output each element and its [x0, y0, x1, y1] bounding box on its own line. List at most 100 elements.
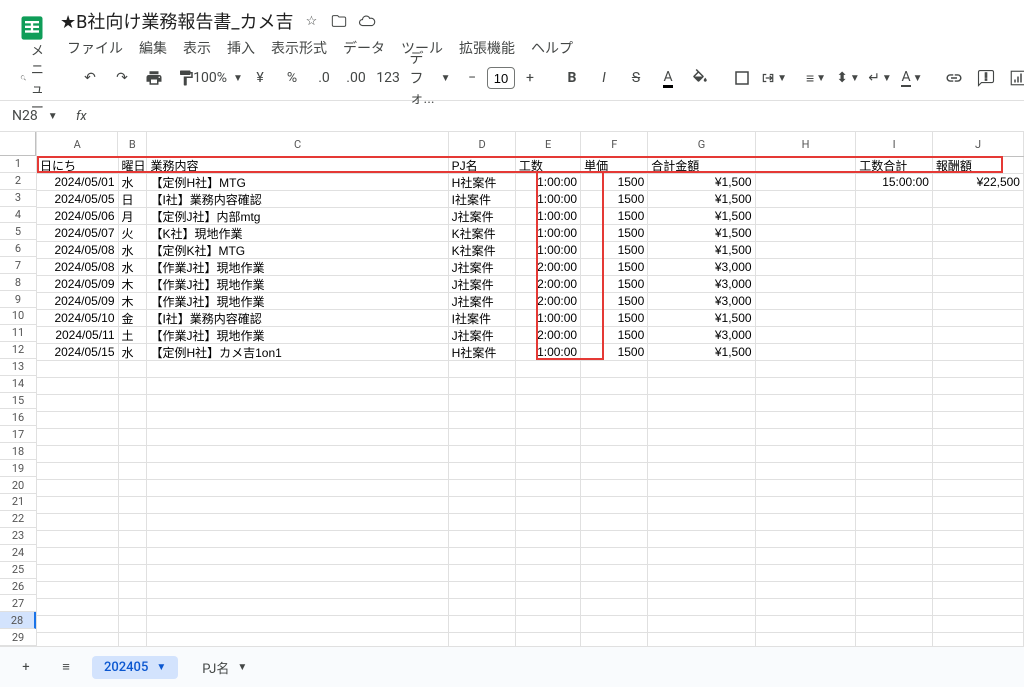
cell[interactable]	[581, 463, 648, 480]
cell[interactable]	[856, 225, 933, 242]
cell[interactable]: ¥1,500	[648, 208, 755, 225]
cell[interactable]: ¥3,000	[648, 327, 755, 344]
merge-button[interactable]: ▼	[761, 65, 787, 91]
cell[interactable]	[119, 531, 148, 548]
rotate-button[interactable]: A▼	[899, 65, 925, 91]
cell[interactable]: J社案件	[449, 208, 516, 225]
cell[interactable]	[516, 497, 581, 514]
cell[interactable]	[516, 633, 581, 646]
row-header[interactable]: 29	[0, 629, 36, 646]
cell[interactable]: 工数	[516, 157, 581, 174]
cell[interactable]	[933, 531, 1024, 548]
cell[interactable]	[933, 480, 1024, 497]
cell[interactable]	[648, 361, 755, 378]
cell[interactable]	[856, 582, 933, 599]
cell[interactable]	[756, 259, 857, 276]
cell[interactable]	[37, 412, 119, 429]
cell[interactable]: 【作業J社】現地作業	[147, 293, 448, 310]
cell[interactable]: 【作業J社】現地作業	[147, 259, 448, 276]
cloud-status-icon[interactable]	[357, 11, 377, 31]
col-header-F[interactable]: F	[581, 132, 648, 156]
cell[interactable]: 木	[119, 293, 148, 310]
cell[interactable]	[449, 361, 516, 378]
cell[interactable]: 土	[119, 327, 148, 344]
cell[interactable]: I社案件	[449, 191, 516, 208]
cell[interactable]	[516, 616, 581, 633]
cell[interactable]	[147, 395, 448, 412]
cell[interactable]: 2:00:00	[516, 276, 581, 293]
cell[interactable]	[449, 480, 516, 497]
cell[interactable]	[756, 174, 857, 191]
cell[interactable]	[648, 395, 755, 412]
cell[interactable]	[581, 582, 648, 599]
cell[interactable]: 【定例J社】内部mtg	[147, 208, 448, 225]
cell[interactable]	[856, 616, 933, 633]
cell[interactable]: H社案件	[449, 174, 516, 191]
cell[interactable]	[581, 361, 648, 378]
cell[interactable]	[147, 548, 448, 565]
cell[interactable]: 日	[119, 191, 148, 208]
cell[interactable]: 金	[119, 310, 148, 327]
cell[interactable]	[648, 446, 755, 463]
cell[interactable]	[119, 633, 148, 646]
cell[interactable]	[756, 395, 857, 412]
cell[interactable]	[756, 310, 857, 327]
cell[interactable]: 1500	[581, 242, 648, 259]
fill-color-button[interactable]	[687, 65, 713, 91]
cell[interactable]	[516, 514, 581, 531]
cell[interactable]	[756, 344, 857, 361]
cell[interactable]	[37, 616, 119, 633]
cell[interactable]: J社案件	[449, 293, 516, 310]
cell[interactable]	[37, 565, 119, 582]
cell[interactable]	[856, 514, 933, 531]
cell[interactable]	[449, 378, 516, 395]
cell[interactable]	[37, 514, 119, 531]
cell[interactable]	[756, 514, 857, 531]
row-header[interactable]: 28	[0, 612, 36, 629]
cell[interactable]	[756, 378, 857, 395]
cell[interactable]	[119, 616, 148, 633]
cell[interactable]	[581, 378, 648, 395]
cell[interactable]	[516, 565, 581, 582]
cell[interactable]	[856, 208, 933, 225]
row-header[interactable]: 9	[0, 291, 36, 308]
cell[interactable]	[933, 361, 1024, 378]
col-header-D[interactable]: D	[449, 132, 516, 156]
cell[interactable]	[581, 497, 648, 514]
cell[interactable]: 業務内容	[147, 157, 448, 174]
col-header-J[interactable]: J	[933, 132, 1024, 156]
cell[interactable]: I社案件	[449, 310, 516, 327]
cell[interactable]: 【定例H社】MTG	[147, 174, 448, 191]
cell[interactable]	[856, 395, 933, 412]
cell[interactable]	[581, 480, 648, 497]
cell[interactable]	[756, 327, 857, 344]
cell[interactable]	[933, 395, 1024, 412]
cell[interactable]	[516, 361, 581, 378]
cell[interactable]: K社案件	[449, 242, 516, 259]
cell[interactable]	[37, 361, 119, 378]
cell[interactable]	[933, 548, 1024, 565]
row-header[interactable]: 5	[0, 223, 36, 240]
cell[interactable]	[516, 429, 581, 446]
cell[interactable]	[856, 412, 933, 429]
cell[interactable]	[933, 293, 1024, 310]
cell[interactable]	[856, 191, 933, 208]
cell[interactable]	[756, 446, 857, 463]
cell[interactable]: 【作業J社】現地作業	[147, 276, 448, 293]
cell[interactable]	[449, 616, 516, 633]
cell[interactable]	[648, 565, 755, 582]
cell[interactable]: 1:00:00	[516, 174, 581, 191]
cell[interactable]: J社案件	[449, 276, 516, 293]
cell[interactable]	[147, 463, 448, 480]
cell[interactable]: 1500	[581, 310, 648, 327]
cell[interactable]	[856, 242, 933, 259]
cell[interactable]	[756, 480, 857, 497]
cell[interactable]	[449, 599, 516, 616]
cell[interactable]	[147, 378, 448, 395]
wrap-button[interactable]: ↵▼	[867, 65, 893, 91]
menu-データ[interactable]: データ	[336, 36, 392, 60]
row-header[interactable]: 6	[0, 240, 36, 257]
move-icon[interactable]	[329, 11, 349, 31]
cell[interactable]	[581, 616, 648, 633]
cell[interactable]: J社案件	[449, 259, 516, 276]
